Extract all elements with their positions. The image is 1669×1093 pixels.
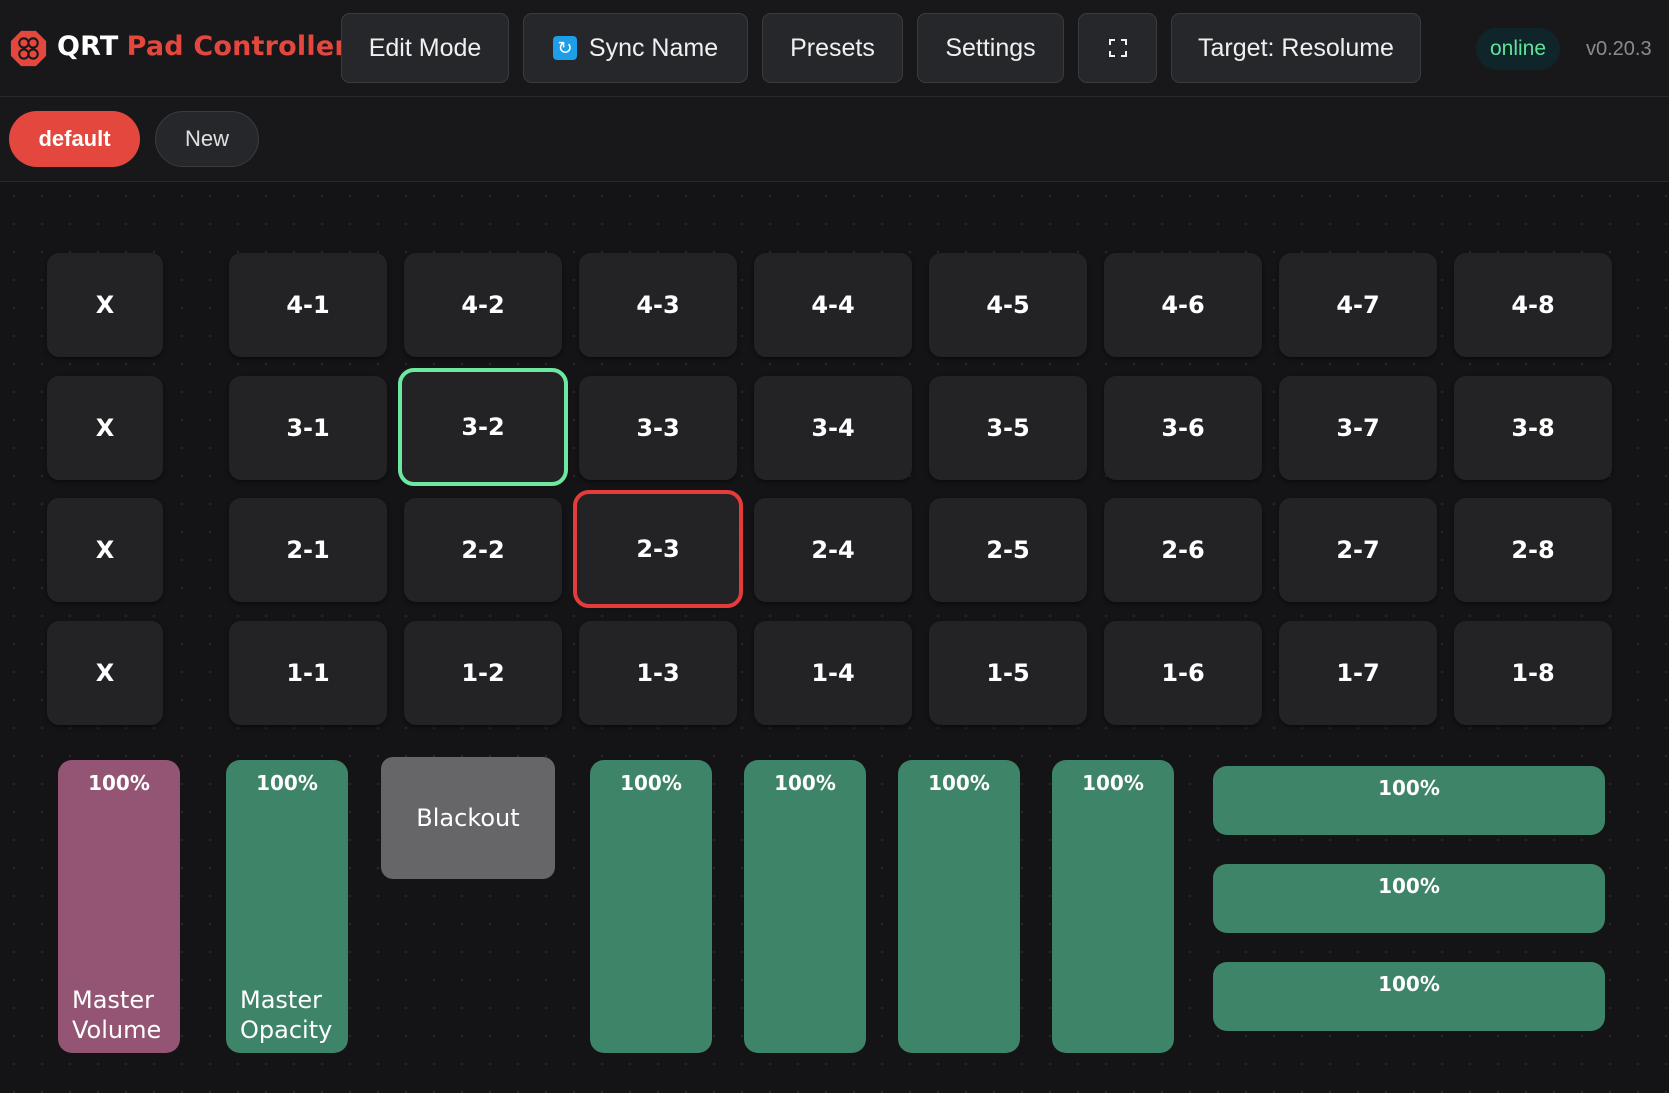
fader-label-line2: Volume: [72, 1016, 162, 1044]
settings-label: Settings: [945, 33, 1036, 62]
fader-label: Master Opacity: [240, 985, 350, 1045]
layer-fader-3[interactable]: 100%: [898, 760, 1020, 1053]
edit-mode-button[interactable]: Edit Mode: [341, 13, 509, 83]
pad-2-4[interactable]: 2-4: [754, 498, 912, 602]
clear-pad[interactable]: X: [47, 621, 163, 725]
pad-4-4[interactable]: 4-4: [754, 253, 912, 357]
layer-fader-2[interactable]: 100%: [744, 760, 866, 1053]
edit-mode-label: Edit Mode: [368, 33, 482, 62]
fader-value: 100%: [928, 771, 990, 795]
fullscreen-button[interactable]: [1078, 13, 1157, 83]
pad-2-2[interactable]: 2-2: [404, 498, 562, 602]
pad-1-1[interactable]: 1-1: [229, 621, 387, 725]
horizontal-fader-1[interactable]: 100%: [1213, 766, 1605, 835]
fader-value: 100%: [1378, 972, 1440, 996]
presets-label: Presets: [790, 33, 875, 62]
pad-1-4[interactable]: 1-4: [754, 621, 912, 725]
fader-value: 100%: [88, 771, 150, 795]
pad-4-2[interactable]: 4-2: [404, 253, 562, 357]
pad-3-6[interactable]: 3-6: [1104, 376, 1262, 480]
sync-icon: ↻: [552, 36, 577, 60]
fader-label-line1: Master: [72, 986, 154, 1014]
pad-4-1[interactable]: 4-1: [229, 253, 387, 357]
fader-value: 100%: [1082, 771, 1144, 795]
pad-1-8[interactable]: 1-8: [1454, 621, 1612, 725]
pad-3-7[interactable]: 3-7: [1279, 376, 1437, 480]
layer-fader-4[interactable]: 100%: [1052, 760, 1174, 1053]
fader-value: 100%: [1378, 776, 1440, 800]
tab-new[interactable]: New: [155, 111, 259, 167]
fader-value: 100%: [774, 771, 836, 795]
pad-1-2[interactable]: 1-2: [404, 621, 562, 725]
app-brand: QRT: [57, 31, 119, 62]
pad-2-8[interactable]: 2-8: [1454, 498, 1612, 602]
master-opacity-fader[interactable]: 100% Master Opacity: [226, 760, 348, 1053]
fullscreen-icon: [1108, 39, 1127, 57]
clear-pad[interactable]: X: [47, 498, 163, 602]
master-volume-fader[interactable]: 100% Master Volume: [58, 760, 180, 1053]
layer-fader-1[interactable]: 100%: [590, 760, 712, 1053]
pad-3-4[interactable]: 3-4: [754, 376, 912, 480]
clear-pad[interactable]: X: [47, 253, 163, 357]
pad-3-8[interactable]: 3-8: [1454, 376, 1612, 480]
status-badge: online: [1476, 28, 1560, 70]
pad-3-1[interactable]: 3-1: [229, 376, 387, 480]
sync-name-button[interactable]: ↻ Sync Name: [523, 13, 748, 83]
pad-2-3[interactable]: 2-3: [573, 490, 743, 608]
fader-label-line2: Opacity: [240, 1016, 333, 1044]
pad-4-3[interactable]: 4-3: [579, 253, 737, 357]
pad-3-5[interactable]: 3-5: [929, 376, 1087, 480]
pad-4-7[interactable]: 4-7: [1279, 253, 1437, 357]
horizontal-fader-2[interactable]: 100%: [1213, 864, 1605, 933]
pad-4-8[interactable]: 4-8: [1454, 253, 1612, 357]
pad-1-6[interactable]: 1-6: [1104, 621, 1262, 725]
app-header: QRT Pad Controller Edit Mode ↻ Sync Name …: [0, 0, 1669, 97]
logo-icon: [10, 30, 47, 67]
clear-pad[interactable]: X: [47, 376, 163, 480]
pad-1-3[interactable]: 1-3: [579, 621, 737, 725]
pad-stage: X X X X 4-1 4-2 4-3 4-4 4-5 4-6 4-7 4-8 …: [0, 182, 1669, 1093]
settings-button[interactable]: Settings: [917, 13, 1064, 83]
fader-label: Master Volume: [72, 985, 182, 1045]
version-label: v0.20.3: [1586, 38, 1652, 60]
fader-value: 100%: [620, 771, 682, 795]
pad-1-7[interactable]: 1-7: [1279, 621, 1437, 725]
target-label: Target: Resolume: [1198, 33, 1394, 62]
fader-value: 100%: [256, 771, 318, 795]
pad-3-2[interactable]: 3-2: [398, 368, 568, 486]
preset-tabs: default New: [0, 97, 1669, 182]
pad-4-6[interactable]: 4-6: [1104, 253, 1262, 357]
app-subtitle: Pad Controller: [126, 31, 348, 62]
pad-2-6[interactable]: 2-6: [1104, 498, 1262, 602]
tab-default[interactable]: default: [9, 111, 140, 167]
pad-2-7[interactable]: 2-7: [1279, 498, 1437, 602]
pad-1-5[interactable]: 1-5: [929, 621, 1087, 725]
pad-2-5[interactable]: 2-5: [929, 498, 1087, 602]
target-button[interactable]: Target: Resolume: [1171, 13, 1421, 83]
sync-name-label: Sync Name: [588, 33, 719, 62]
pad-2-1[interactable]: 2-1: [229, 498, 387, 602]
fader-label-line1: Master: [240, 986, 322, 1014]
app-title: QRT Pad Controller: [57, 31, 348, 62]
pad-4-5[interactable]: 4-5: [929, 253, 1087, 357]
fader-value: 100%: [1378, 874, 1440, 898]
presets-button[interactable]: Presets: [762, 13, 903, 83]
blackout-button[interactable]: Blackout: [381, 757, 555, 879]
horizontal-fader-3[interactable]: 100%: [1213, 962, 1605, 1031]
pad-3-3[interactable]: 3-3: [579, 376, 737, 480]
